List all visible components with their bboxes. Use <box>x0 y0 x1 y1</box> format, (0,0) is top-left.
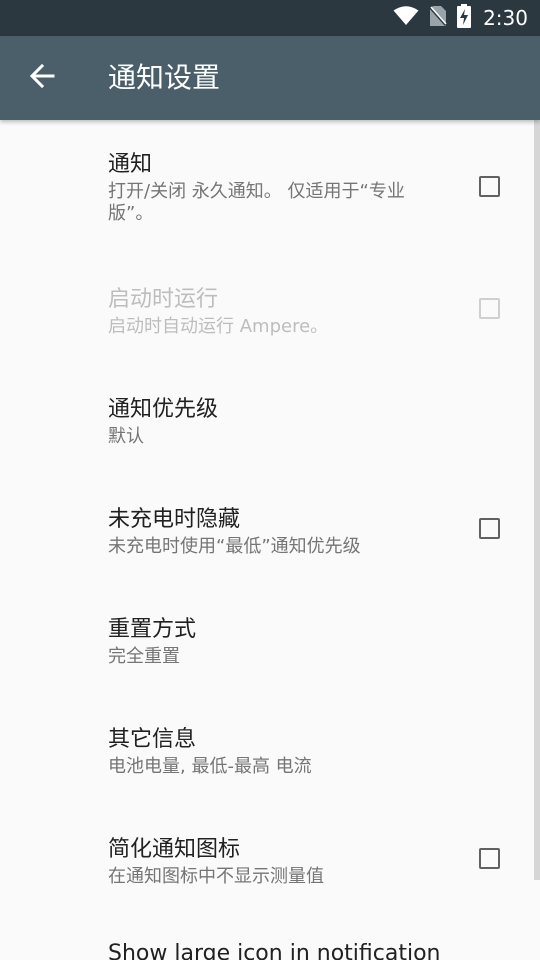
status-icons: 2:30 <box>393 0 528 36</box>
pref-summary: 打开/关闭 永久通知。 仅适用于“专业版”。 <box>108 181 405 224</box>
wifi-icon <box>393 6 419 30</box>
pref-summary: 未充电时使用“最低”通知优先级 <box>108 536 361 557</box>
pref-title: Show large icon in notification <box>108 941 441 960</box>
run-on-boot-checkbox <box>479 298 500 319</box>
pref-large-icon[interactable]: Show large icon in notification <box>0 910 534 960</box>
pref-title: 简化通知图标 <box>108 837 241 862</box>
back-button[interactable] <box>18 54 66 102</box>
arrow-back-icon <box>29 63 55 93</box>
pref-title: 通知 <box>108 152 153 177</box>
pref-title: 其它信息 <box>108 727 197 752</box>
pref-summary: 在通知图标中不显示测量值 <box>108 866 324 887</box>
battery-charging-icon <box>457 4 472 32</box>
status-bar: 2:30 <box>0 0 540 36</box>
pref-title: 重置方式 <box>108 617 197 642</box>
pref-run-on-boot: 启动时运行 启动时自动运行 Ampere。 <box>0 250 534 360</box>
simplified-icon-checkbox[interactable] <box>479 848 500 869</box>
pref-title: 通知优先级 <box>108 397 219 422</box>
pref-summary: 电池电量, 最低-最高 电流 <box>108 756 312 777</box>
page-title: 通知设置 <box>108 61 221 94</box>
pref-hide-when-not-charging[interactable]: 未充电时隐藏 未充电时使用“最低”通知优先级 <box>0 470 534 580</box>
pref-notification[interactable]: 通知 打开/关闭 永久通知。 仅适用于“专业版”。 <box>0 120 534 250</box>
no-sim-icon <box>428 5 448 31</box>
hide-when-not-charging-checkbox[interactable] <box>479 518 500 539</box>
pref-title: 启动时运行 <box>108 287 219 312</box>
pref-title: 未充电时隐藏 <box>108 507 241 532</box>
notification-checkbox[interactable] <box>479 176 500 197</box>
pref-summary: 默认 <box>108 426 144 447</box>
status-time: 2:30 <box>483 6 528 30</box>
pref-reset-mode[interactable]: 重置方式 完全重置 <box>0 580 534 690</box>
pref-notification-priority[interactable]: 通知优先级 默认 <box>0 360 534 470</box>
scrollbar[interactable] <box>534 120 540 880</box>
pref-summary: 完全重置 <box>108 646 180 667</box>
app-bar: 通知设置 <box>0 36 540 120</box>
pref-summary: 启动时自动运行 Ampere。 <box>108 316 329 337</box>
pref-simplified-icon[interactable]: 简化通知图标 在通知图标中不显示测量值 <box>0 800 534 910</box>
pref-other-info[interactable]: 其它信息 电池电量, 最低-最高 电流 <box>0 690 534 800</box>
settings-list[interactable]: 通知 打开/关闭 永久通知。 仅适用于“专业版”。 启动时运行 启动时自动运行 … <box>0 120 540 960</box>
